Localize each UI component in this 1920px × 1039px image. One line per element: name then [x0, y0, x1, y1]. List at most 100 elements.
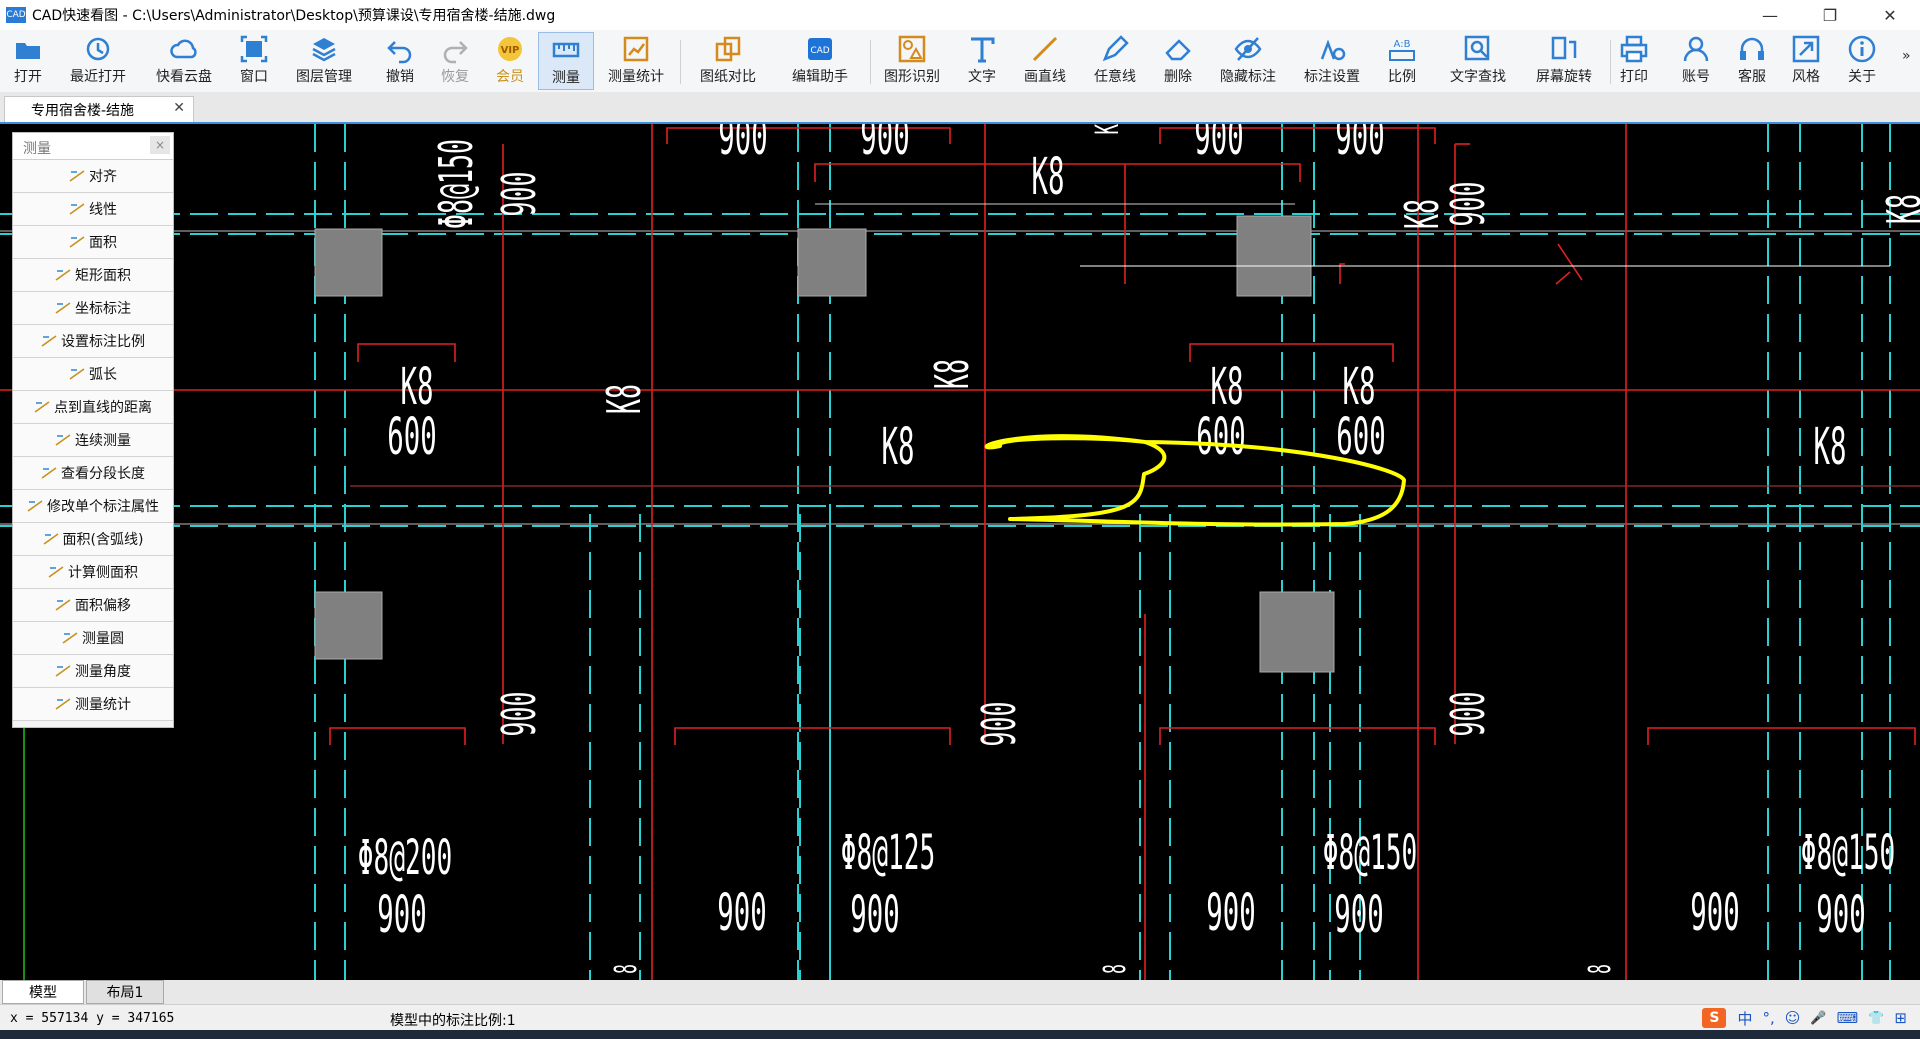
minimize-button[interactable]: —	[1740, 0, 1800, 30]
drawing-canvas[interactable]: 900 900 900 900 K8 K8 K8 K8 600 600 600 K8 K8 K8 K8 K8 K…	[0, 124, 1920, 980]
measure-panel-title: 测量	[23, 141, 51, 157]
measure-tool-item[interactable]: 修改单个标注属性	[13, 490, 173, 523]
ime-tray-item[interactable]: 中	[1737, 1008, 1752, 1029]
toolbar-button-22[interactable]: 屏幕旋转	[1525, 32, 1603, 90]
measure-tool-item[interactable]: 测量圆	[13, 622, 173, 655]
drawing-label: 900	[1443, 182, 1496, 227]
measure-tool-icon	[69, 170, 85, 182]
measure-tool-item[interactable]: 计算侧面积	[13, 556, 173, 589]
toolbar-button-14[interactable]: 文字	[958, 32, 1006, 90]
toolbar-button-label: 文字	[968, 69, 996, 85]
toolbar-button-17[interactable]: 删除	[1154, 32, 1202, 90]
maximize-button[interactable]: ❐	[1800, 0, 1860, 30]
drawing-label: 600	[387, 408, 437, 467]
window-title: CAD快速看图 - C:\Users\Administrator\Desktop…	[32, 8, 556, 24]
toolbar-button-label: 账号	[1682, 69, 1710, 85]
measure-tool-item[interactable]: 设置标注比例	[13, 325, 173, 358]
toolbar-button-label: 画直线	[1024, 69, 1066, 85]
document-tab-close-icon[interactable]: ✕	[173, 100, 185, 116]
taskbar-strip	[0, 1030, 1920, 1039]
toolbar-button-8[interactable]: VIP 会员	[486, 32, 534, 90]
drawing-label: 900	[850, 886, 900, 945]
measure-tool-item[interactable]: 面积偏移	[13, 589, 173, 622]
shape-recognize-icon	[898, 35, 926, 63]
rebar-hook	[1159, 727, 1436, 745]
ime-tray-item[interactable]: 👕	[1868, 1011, 1884, 1026]
cloud-icon	[170, 39, 197, 59]
ime-tray-item[interactable]: °,	[1762, 1009, 1774, 1027]
measure-tool-item[interactable]: 矩形面积	[13, 259, 173, 292]
svg-text:A:B: A:B	[1394, 39, 1411, 50]
close-button[interactable]: ✕	[1860, 0, 1920, 30]
measure-tool-item[interactable]: 查看分段长度	[13, 457, 173, 490]
toolbar-button-19[interactable]: 标注设置	[1293, 32, 1371, 90]
measure-tool-icon	[34, 401, 50, 413]
toolbar-button-6[interactable]: 撤销	[376, 32, 424, 90]
toolbar-button-16[interactable]: 任意线	[1085, 32, 1145, 90]
svg-text:CAD: CAD	[810, 46, 829, 56]
toolbar-button-label: 打印	[1620, 69, 1648, 85]
measure-panel-close-icon[interactable]: ×	[150, 136, 170, 154]
ime-tray-item[interactable]: ⌨	[1837, 1009, 1859, 1027]
drawing-label: Φ8@125	[841, 824, 936, 881]
eye-hidden-icon	[1234, 37, 1262, 61]
toolbar-button-15[interactable]: 画直线	[1015, 32, 1075, 90]
toolbar-button-label: 编辑助手	[792, 69, 848, 85]
document-tab[interactable]: 专用宿舍楼-结施 ✕	[4, 96, 194, 122]
toolbar-button-1[interactable]: 打开	[4, 32, 52, 90]
measure-tool-item[interactable]: 测量统计	[13, 688, 173, 721]
measure-tool-item[interactable]: 面积	[13, 226, 173, 259]
pen-icon	[1102, 35, 1129, 62]
text-search-icon	[1464, 35, 1490, 61]
ime-tray-item[interactable]: 🎤	[1810, 1011, 1826, 1026]
toolbar-button-5[interactable]: 图层管理	[286, 32, 362, 90]
toolbar-button-21[interactable]: 文字查找	[1439, 32, 1517, 90]
sogou-ime-icon[interactable]: S	[1702, 1008, 1727, 1028]
measure-tool-icon	[55, 269, 71, 281]
measure-tool-item[interactable]: 连续测量	[13, 424, 173, 457]
toolbar-button-10[interactable]: 测量统计	[594, 32, 678, 90]
toolbar-button-4[interactable]: 窗口	[230, 32, 278, 90]
measure-tool-item[interactable]: 线性	[13, 193, 173, 226]
measure-tool-item[interactable]: 点到直线的距离	[13, 391, 173, 424]
drawing-label: 900	[1194, 124, 1244, 167]
toolbar-button-12[interactable]: CAD 编辑助手	[778, 32, 862, 90]
layout-tab-model[interactable]: 模型	[2, 980, 84, 1004]
measure-tool-item[interactable]: 坐标标注	[13, 292, 173, 325]
toolbar-button-23[interactable]: 打印	[1610, 32, 1658, 90]
measure-tool-label: 线性	[89, 202, 117, 218]
scale-ab-icon: A:B	[1389, 39, 1415, 61]
measure-tool-icon	[69, 203, 85, 215]
toolbar-button-11[interactable]: 图纸对比	[686, 32, 770, 90]
ime-tray-item[interactable]: ☺	[1785, 1009, 1801, 1027]
toolbar-button-9[interactable]: 测量	[538, 32, 594, 90]
measure-tool-item[interactable]: 测量角度	[13, 655, 173, 688]
toolbar-button-3[interactable]: 快看云盘	[146, 32, 222, 90]
toolbar-button-26[interactable]: 风格	[1782, 32, 1830, 90]
svg-text:VIP: VIP	[501, 45, 520, 56]
ime-tray-item[interactable]: ⊞	[1894, 1009, 1907, 1027]
measure-tool-label: 对齐	[89, 169, 117, 185]
measure-tool-icon	[55, 698, 71, 710]
toolbar-button-label: 标注设置	[1304, 69, 1360, 85]
toolbar-overflow-icon[interactable]: »	[1902, 48, 1911, 64]
headset-icon	[1740, 37, 1764, 60]
measure-tool-item[interactable]: 面积(含弧线)	[13, 523, 173, 556]
toolbar-button-27[interactable]: 关于	[1838, 32, 1886, 90]
toolbar-button-13[interactable]: 图形识别	[870, 32, 954, 90]
measure-tool-icon	[48, 566, 64, 578]
measure-tool-label: 矩形面积	[75, 268, 131, 284]
toolbar-button-2[interactable]: 最近打开	[60, 32, 136, 90]
measure-tool-item[interactable]: 弧长	[13, 358, 173, 391]
measure-tool-item[interactable]: 对齐	[13, 160, 173, 193]
drawing-label: 900	[1690, 884, 1740, 943]
toolbar-button-7[interactable]: 恢复	[431, 32, 479, 90]
drawing-label: Φ8@150	[1323, 824, 1418, 881]
toolbar-button-24[interactable]: 账号	[1672, 32, 1720, 90]
drawing-label: 900	[860, 124, 910, 167]
drawing-label: 900	[1334, 886, 1384, 945]
toolbar-button-20[interactable]: A:B 比例	[1378, 32, 1426, 90]
layout-tab-layout1[interactable]: 布局1	[86, 980, 164, 1004]
toolbar-button-18[interactable]: 隐藏标注	[1209, 32, 1287, 90]
toolbar-button-25[interactable]: 客服	[1728, 32, 1776, 90]
